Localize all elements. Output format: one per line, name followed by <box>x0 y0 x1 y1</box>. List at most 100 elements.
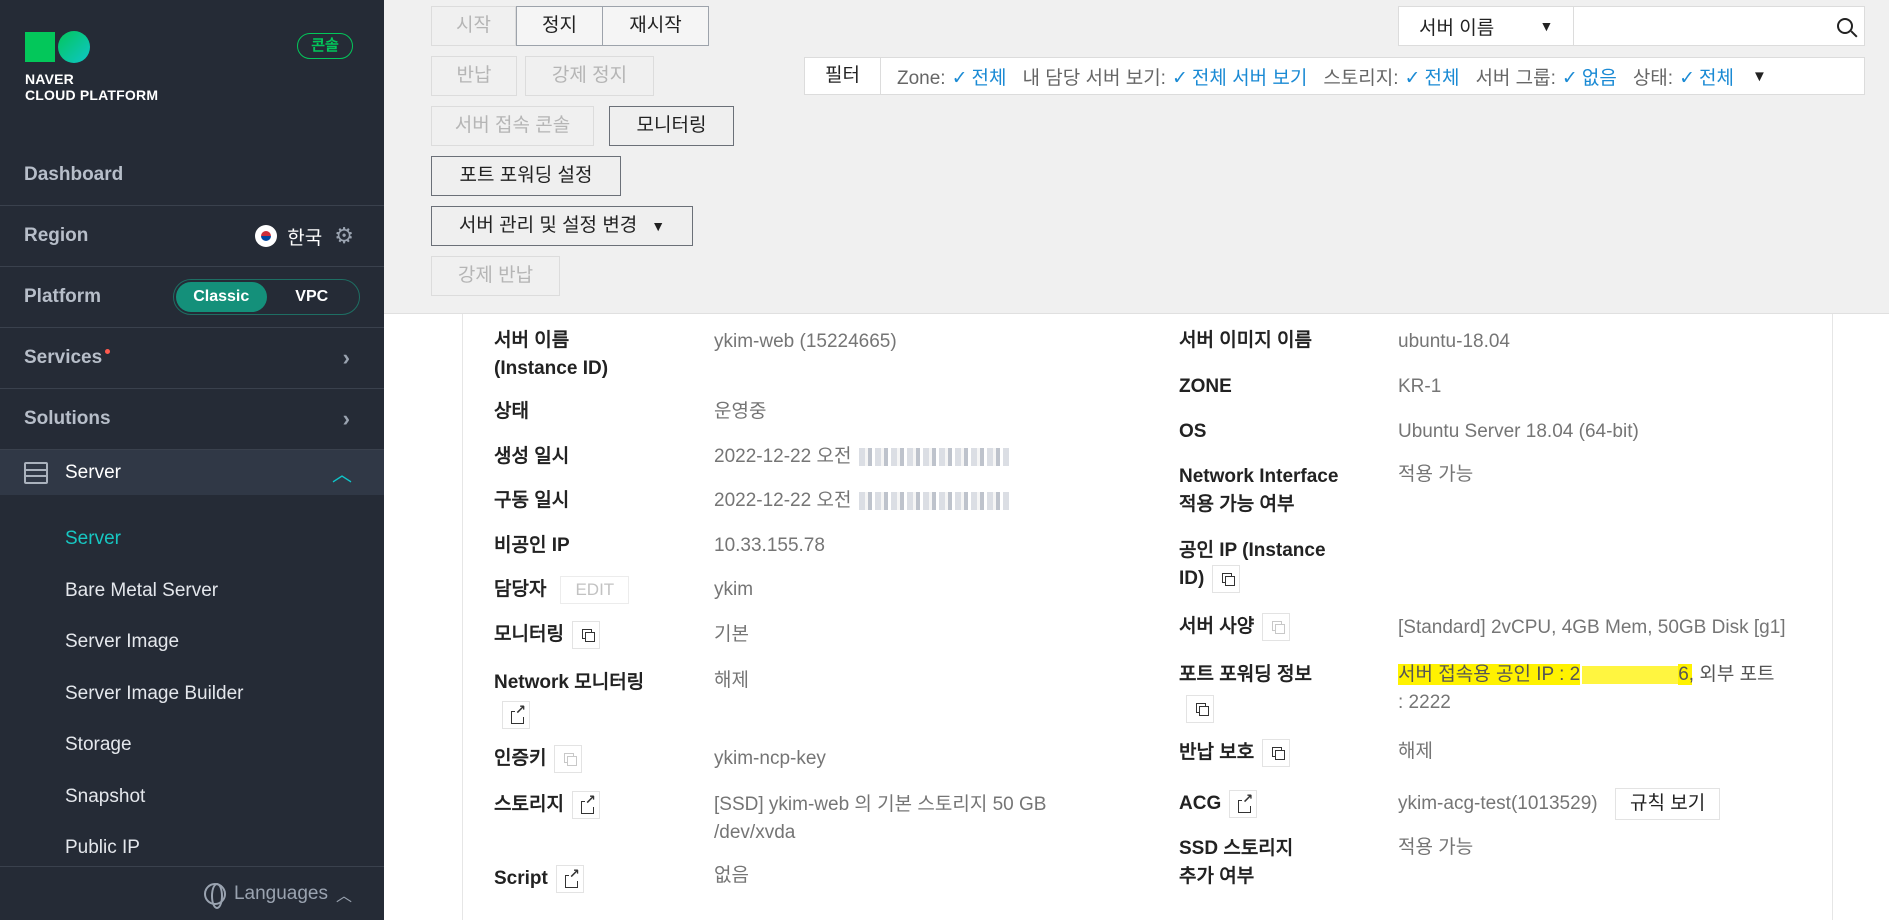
sidebar-item-bare-metal-server[interactable]: Bare Metal Server <box>65 580 218 602</box>
filter-bar[interactable]: 필터 Zone: ✓ 전체 내 담당 서버 보기: ✓ 전체 서버 보기 스토리지: ✓ 전… <box>804 57 1865 95</box>
filter-my-servers[interactable]: 내 담당 서버 보기: ✓ 전체 서버 보기 <box>1022 63 1307 90</box>
server-spec-label-text: 서버 사양 <box>1179 616 1255 638</box>
console-badge[interactable]: 콘솔 <box>297 33 353 59</box>
external-link-icon[interactable] <box>571 791 600 819</box>
public-ip-label: 공인 IP (Instance ID) <box>1179 537 1326 593</box>
popup-icon[interactable] <box>1212 565 1241 593</box>
restart-button[interactable]: 재시작 <box>602 6 709 46</box>
check-icon: ✓ <box>1171 67 1188 89</box>
nav-region-label: Region <box>24 225 89 246</box>
script-value: 없음 <box>714 865 749 886</box>
ssd-storage-label-line2: 추가 여부 <box>1179 866 1255 887</box>
nav-region: Region 한국 ⚙ <box>0 206 384 267</box>
acg-label-text: ACG <box>1179 793 1222 815</box>
created-label: 생성 일시 <box>494 446 570 467</box>
platform-vpc-option[interactable]: VPC <box>267 282 358 312</box>
languages-button[interactable]: Languages ︿ <box>0 866 384 920</box>
gear-icon[interactable]: ⚙ <box>334 223 354 249</box>
auth-key-label: 인증키 <box>494 745 583 773</box>
return-button[interactable]: 반납 <box>431 56 517 96</box>
search-input[interactable] <box>1574 7 1827 45</box>
monitoring-button[interactable]: 모니터링 <box>609 106 734 146</box>
logo-text-line2: CLOUD PLATFORM <box>25 87 159 103</box>
owner-edit-button[interactable]: EDIT <box>560 576 630 604</box>
auth-key-value: ykim-ncp-key <box>714 748 826 769</box>
region-value: 한국 <box>287 227 323 249</box>
private-ip-value: 10.33.155.78 <box>714 535 825 556</box>
chevron-right-icon: › <box>342 406 350 431</box>
server-name-label-line2: (Instance ID) <box>494 358 609 379</box>
filter-server-group[interactable]: 서버 그룹: ✓ 없음 <box>1475 63 1616 90</box>
port-forwarding-button[interactable]: 포트 포워딩 설정 <box>431 156 621 196</box>
network-interface-label-line2: 적용 가능 여부 <box>1179 494 1295 515</box>
monitoring-label-text: 모니터링 <box>494 624 564 646</box>
region-selector[interactable]: 한국 ⚙ <box>255 223 354 250</box>
created-value: 2022-12-22 오전 <box>714 443 1010 471</box>
popup-icon[interactable] <box>554 745 583 773</box>
force-return-button[interactable]: 강제 반납 <box>431 256 560 296</box>
created-value-text: 2022-12-22 오전 <box>714 446 852 467</box>
filter-expand-icon[interactable]: ▼ <box>1752 68 1767 85</box>
nav-solutions-label: Solutions <box>24 408 111 429</box>
server-image-value: ubuntu-18.04 <box>1398 331 1510 352</box>
server-manage-label: 서버 관리 및 설정 변경 <box>458 215 638 236</box>
filter-status-label: 상태: <box>1632 67 1674 89</box>
filter-storage[interactable]: 스토리지: ✓ 전체 <box>1323 63 1459 90</box>
platform-classic-option[interactable]: Classic <box>176 282 267 312</box>
port-forwarding-port-text: 6, 외부 포트 <box>1678 664 1775 685</box>
sidebar-item-server-image[interactable]: Server Image <box>65 631 179 653</box>
naver-cloud-logo[interactable]: NAVER CLOUD PLATFORM <box>25 31 158 103</box>
sidebar-item-snapshot[interactable]: Snapshot <box>65 786 145 808</box>
external-link-icon[interactable] <box>1229 790 1258 818</box>
script-label: Script <box>494 865 584 893</box>
public-ip-label-line1: 공인 IP (Instance <box>1179 540 1326 561</box>
owner-label-text: 담당자 <box>494 579 547 601</box>
masked-time <box>859 491 1010 510</box>
nav-services[interactable]: Services › <box>0 328 384 389</box>
external-link-icon[interactable] <box>502 701 530 729</box>
filter-zone[interactable]: Zone: ✓ 전체 <box>897 63 1006 90</box>
started-label: 구동 일시 <box>494 490 570 511</box>
sidebar-item-server[interactable]: Server <box>65 528 121 550</box>
script-label-text: Script <box>494 868 548 890</box>
view-rules-button[interactable]: 규칙 보기 <box>1615 788 1721 820</box>
platform-toggle[interactable]: Classic VPC <box>173 279 360 315</box>
search-button[interactable] <box>1826 7 1864 45</box>
status-value: 운영중 <box>714 401 767 422</box>
check-icon: ✓ <box>1404 67 1421 89</box>
logo-text: NAVER CLOUD PLATFORM <box>25 71 158 103</box>
filter-status[interactable]: 상태: ✓ 전체 <box>1633 63 1734 90</box>
sidebar-item-server-image-builder[interactable]: Server Image Builder <box>65 683 243 705</box>
port-forwarding-ip-text: 서버 접속용 공인 IP : 2 <box>1398 664 1581 685</box>
search-box: 서버 이름 ▼ <box>1398 6 1865 46</box>
os-label: OS <box>1179 421 1207 442</box>
masked-ip <box>1582 665 1679 684</box>
storage-value-line2: /dev/xvda <box>714 822 796 843</box>
external-link-icon[interactable] <box>555 865 584 893</box>
filter-zone-label: Zone: <box>897 67 946 89</box>
popup-icon[interactable] <box>1262 739 1291 767</box>
nav-server[interactable]: Server ︿ <box>0 450 384 495</box>
popup-icon[interactable] <box>1262 613 1291 641</box>
force-stop-button[interactable]: 강제 정지 <box>525 56 654 96</box>
nav-solutions[interactable]: Solutions › <box>0 389 384 450</box>
return-protection-label: 반납 보호 <box>1179 739 1291 767</box>
sidebar-item-public-ip[interactable]: Public IP <box>65 837 140 859</box>
network-interface-value: 적용 가능 <box>1398 464 1474 485</box>
monitoring-label: 모니터링 <box>494 621 600 649</box>
search-field-select[interactable]: 서버 이름 ▼ <box>1399 7 1575 45</box>
nav-dashboard[interactable]: Dashboard <box>0 145 384 206</box>
public-ip-label-line2: ID) <box>1179 568 1205 590</box>
caret-down-icon: ▼ <box>651 218 666 234</box>
server-console-button[interactable]: 서버 접속 콘솔 <box>431 106 594 146</box>
start-button[interactable]: 시작 <box>431 6 516 46</box>
popup-icon[interactable] <box>571 621 600 649</box>
sidebar-item-storage[interactable]: Storage <box>65 734 132 756</box>
filter-title: 필터 <box>805 58 881 94</box>
port-forwarding-info-label: 포트 포워딩 정보 <box>1179 661 1312 723</box>
stop-button[interactable]: 정지 <box>516 6 603 46</box>
popup-icon[interactable] <box>1186 695 1214 723</box>
filter-my-servers-label: 내 담당 서버 보기: <box>1022 67 1166 89</box>
filter-server-group-value: 없음 <box>1581 67 1617 89</box>
server-manage-dropdown[interactable]: 서버 관리 및 설정 변경 ▼ <box>431 206 693 246</box>
